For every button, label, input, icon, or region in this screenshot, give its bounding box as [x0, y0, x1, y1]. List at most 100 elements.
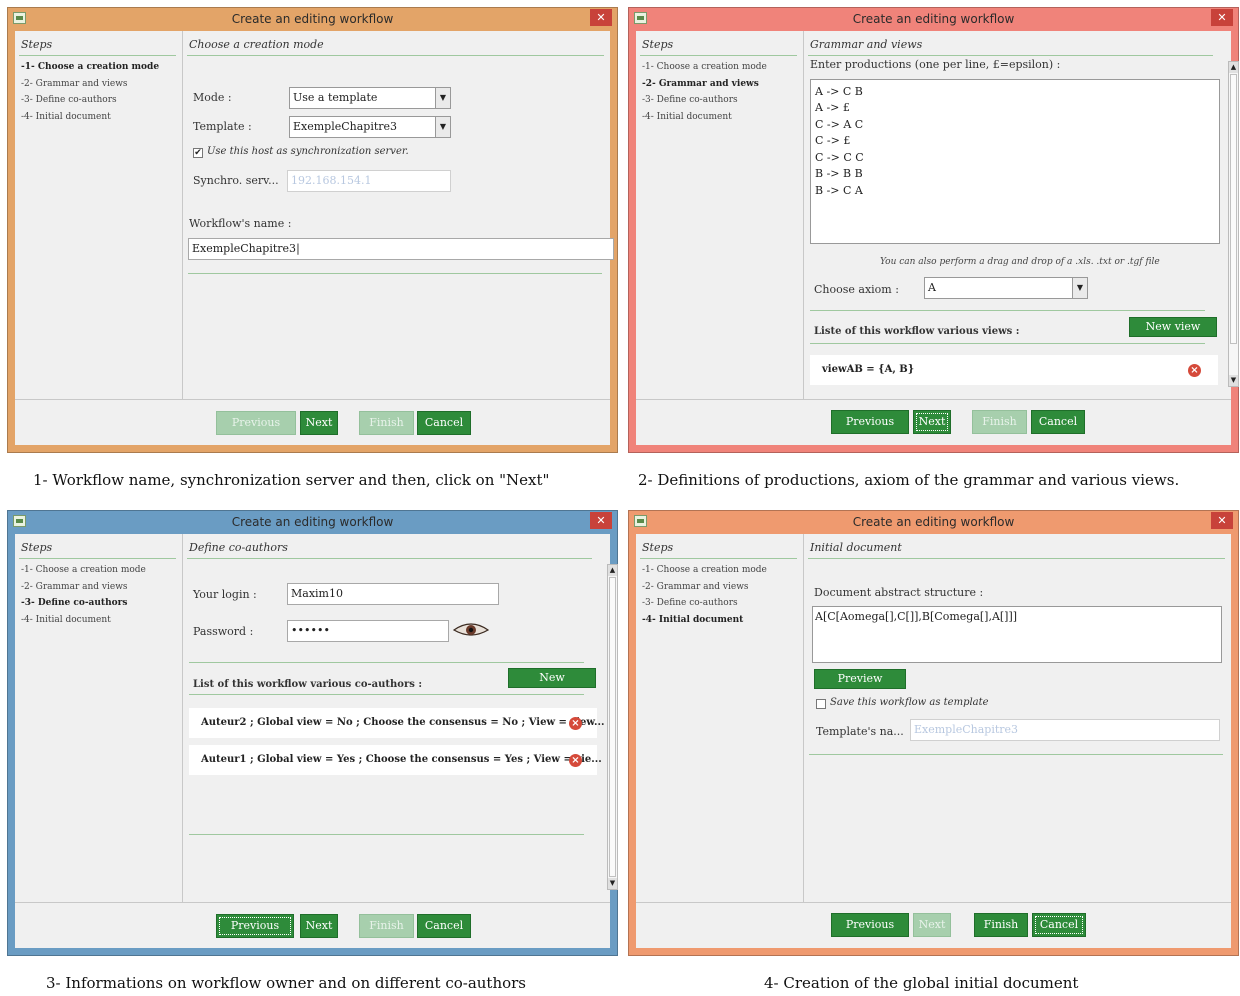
cancel-button[interactable]: Cancel — [1032, 913, 1086, 937]
chevron-down-icon[interactable]: ▼ — [1072, 278, 1087, 298]
divider — [189, 834, 584, 835]
close-icon[interactable]: ✕ — [590, 9, 612, 26]
main-panel: Grammar and views Enter productions (one… — [804, 31, 1239, 400]
views-label: Liste of this workflow various views : — [814, 326, 1020, 337]
finish-button[interactable]: Finish — [359, 411, 414, 435]
page-title: Choose a creation mode — [189, 38, 324, 51]
cancel-button[interactable]: Cancel — [417, 411, 471, 435]
window-titlebar[interactable]: Create an editing workflow ✕ — [629, 511, 1238, 533]
steps-header: Steps — [21, 541, 53, 554]
cancel-button[interactable]: Cancel — [1031, 410, 1085, 434]
scrollbar-thumb[interactable] — [609, 577, 616, 877]
finish-button[interactable]: Finish — [972, 410, 1027, 434]
divider — [19, 55, 176, 56]
login-label: Your login : — [193, 588, 257, 601]
step-coauthors: -3- Define co-authors — [21, 95, 117, 105]
finish-button[interactable]: Finish — [359, 914, 414, 938]
vertical-scrollbar[interactable]: ▲ ▼ — [607, 564, 618, 890]
mode-label: Mode : — [193, 91, 232, 104]
caption: 1- Workflow name, synchronization server… — [33, 471, 550, 489]
step-initial-doc: -4- Initial document — [21, 112, 111, 122]
remove-icon[interactable]: × — [1188, 364, 1201, 377]
step-grammar: -2- Grammar and views — [642, 79, 759, 89]
coauthor-item-label: Auteur1 ; Global view = Yes ; Choose the… — [201, 754, 602, 765]
finish-button[interactable]: Finish — [974, 913, 1028, 937]
cancel-button[interactable]: Cancel — [417, 914, 471, 938]
production-line: C -> A C — [815, 118, 864, 131]
template-select[interactable]: ExempleChapitre3 ▼ — [289, 116, 451, 138]
next-button[interactable]: Next — [913, 913, 951, 937]
step-initial-doc: -4- Initial document — [642, 112, 732, 122]
production-line: A -> £ — [815, 101, 850, 114]
window-client: Steps -1- Choose a creation mode -2- Gra… — [636, 31, 1239, 445]
previous-button[interactable]: Previous — [831, 410, 909, 434]
production-line: C -> £ — [815, 134, 851, 147]
sync-checkbox[interactable]: ✔ — [193, 148, 203, 158]
remove-icon[interactable]: × — [569, 754, 582, 767]
previous-button[interactable]: Previous — [831, 913, 909, 937]
window-titlebar[interactable]: Create an editing workflow ✕ — [629, 8, 1238, 30]
preview-button[interactable]: Preview — [814, 669, 906, 689]
next-button[interactable]: Next — [913, 410, 951, 434]
password-field[interactable]: •••••• — [287, 620, 449, 642]
previous-button[interactable]: Previous — [216, 914, 294, 938]
divider — [189, 694, 584, 695]
step-grammar: -2- Grammar and views — [21, 582, 128, 592]
remove-icon[interactable]: × — [569, 717, 582, 730]
list-item[interactable]: viewAB = {A, B} × — [810, 355, 1218, 385]
close-icon[interactable]: ✕ — [1211, 9, 1233, 26]
productions-textarea[interactable]: A -> C B A -> £ C -> A C C -> £ C -> C C… — [810, 79, 1220, 244]
login-field[interactable]: Maxim10 — [287, 583, 499, 605]
app-icon — [634, 515, 647, 527]
page-title: Grammar and views — [810, 38, 923, 51]
divider — [188, 273, 602, 274]
list-item[interactable]: Auteur1 ; Global view = Yes ; Choose the… — [189, 745, 602, 775]
chevron-down-icon[interactable]: ▼ — [435, 117, 450, 137]
mode-select[interactable]: Use a template ▼ — [289, 87, 451, 109]
new-coauthor-button[interactable]: New — [508, 668, 596, 688]
scrollbar-thumb[interactable] — [1230, 74, 1237, 344]
button-bar: Previous Next Finish Cancel — [636, 902, 1231, 948]
window-titlebar[interactable]: Create an editing workflow ✕ — [8, 511, 617, 533]
workflow-name-field[interactable]: ExempleChapitre3| — [188, 238, 614, 260]
chevron-up-icon[interactable]: ▲ — [1229, 62, 1238, 73]
next-button[interactable]: Next — [300, 914, 338, 938]
step-choose-mode: -1- Choose a creation mode — [21, 62, 160, 72]
button-bar: Previous Next Finish Cancel — [15, 902, 610, 948]
chevron-down-icon[interactable]: ▼ — [608, 878, 617, 889]
window-grammar: Create an editing workflow ✕ Steps -1- C… — [628, 7, 1239, 453]
vertical-scrollbar[interactable]: ▲ ▼ — [1228, 61, 1239, 387]
structure-textarea[interactable]: A[C[Aomega[],C[]],B[Comega[],A[]]] — [812, 606, 1222, 663]
eye-icon[interactable] — [453, 622, 489, 638]
template-name-field[interactable]: ExempleChapitre3 — [910, 719, 1220, 741]
caption: 3- Informations on workflow owner and on… — [46, 974, 527, 992]
step-choose-mode: -1- Choose a creation mode — [21, 565, 146, 575]
chevron-down-icon[interactable]: ▼ — [435, 88, 450, 108]
list-item[interactable]: Auteur2 ; Global view = No ; Choose the … — [189, 708, 604, 738]
steps-panel: Steps -1- Choose a creation mode -2- Gra… — [636, 31, 804, 400]
chevron-up-icon[interactable]: ▲ — [608, 565, 617, 576]
structure-value: A[C[Aomega[],C[]],B[Comega[],A[]]] — [815, 610, 1018, 623]
step-initial-doc: -4- Initial document — [21, 615, 111, 625]
axiom-select[interactable]: A ▼ — [924, 277, 1088, 299]
close-icon[interactable]: ✕ — [590, 512, 612, 529]
step-grammar: -2- Grammar and views — [21, 79, 128, 89]
caption: 2- Definitions of productions, axiom of … — [638, 471, 1180, 489]
sync-server-field[interactable]: 192.168.154.1 — [287, 170, 451, 192]
chevron-down-icon[interactable]: ▼ — [1229, 375, 1238, 386]
button-bar: Previous Next Finish Cancel — [15, 399, 610, 445]
step-grammar: -2- Grammar and views — [642, 582, 749, 592]
window-titlebar[interactable]: Create an editing workflow ✕ — [8, 8, 617, 30]
password-label: Password : — [193, 625, 254, 638]
new-view-button[interactable]: New view — [1129, 317, 1217, 337]
steps-header: Steps — [642, 38, 674, 51]
window-coauthors: Create an editing workflow ✕ Steps -1- C… — [7, 510, 618, 956]
previous-button[interactable]: Previous — [216, 411, 296, 435]
template-name-label: Template's na... — [816, 725, 904, 738]
button-bar: Previous Next Finish Cancel — [636, 399, 1231, 445]
caption: 4- Creation of the global initial docume… — [764, 974, 1079, 992]
next-button[interactable]: Next — [300, 411, 338, 435]
save-template-checkbox[interactable] — [816, 699, 826, 709]
step-initial-doc: -4- Initial document — [642, 615, 744, 625]
close-icon[interactable]: ✕ — [1211, 512, 1233, 529]
